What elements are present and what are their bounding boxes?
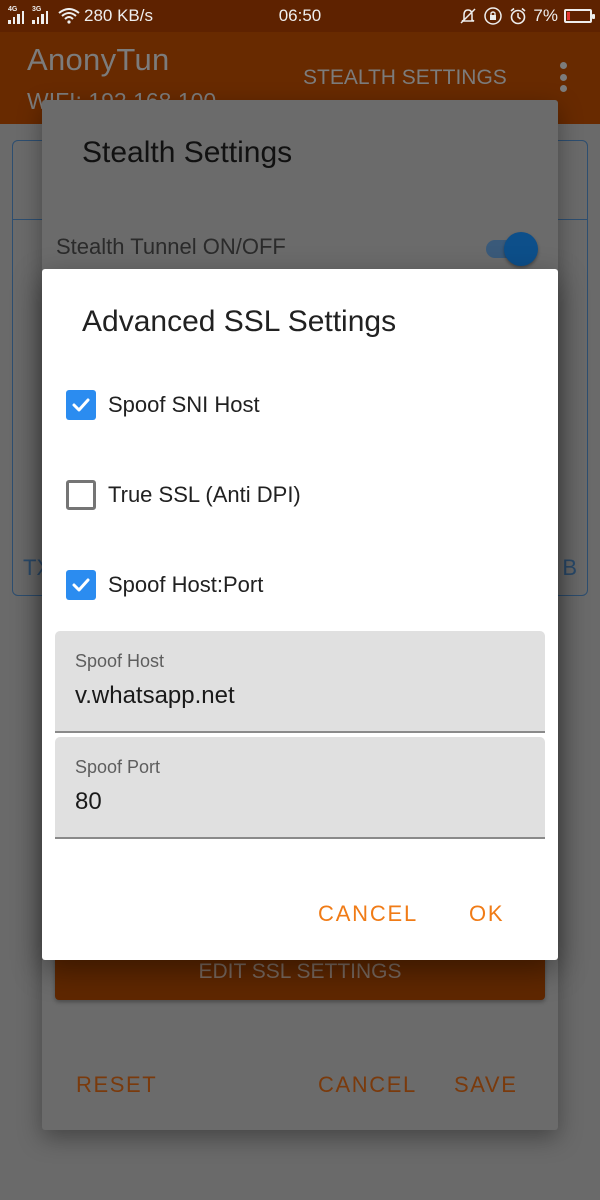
more-vert-icon[interactable] [559,62,567,92]
checkbox-checked-icon [66,390,96,420]
rotation-lock-icon [483,6,503,26]
stealth-settings-action[interactable]: STEALTH SETTINGS [303,66,507,90]
rx-unit-label: B [562,555,577,580]
network-speed: 280 KB/s [84,6,153,25]
save-button[interactable]: SAVE [454,1072,517,1098]
spoof-host-input[interactable] [75,679,525,713]
signal-3g-icon: 3G [32,6,48,24]
spoof-sni-host-checkbox[interactable]: Spoof SNI Host [66,389,260,421]
spoof-host-field[interactable]: Spoof Host [55,631,545,733]
stealth-tunnel-label: Stealth Tunnel ON/OFF [56,234,286,259]
checkbox-label: Spoof SNI Host [108,392,260,417]
spoof-port-input[interactable] [75,785,525,819]
battery-level [567,12,570,20]
wifi-icon [58,8,80,24]
checkbox-checked-icon [66,570,96,600]
spoof-host-label: Spoof Host [75,651,165,671]
app-title: AnonyTun [27,42,170,77]
mute-bell-icon [459,7,477,25]
true-ssl-checkbox[interactable]: True SSL (Anti DPI) [66,479,301,511]
stealth-cancel-button[interactable]: CANCEL [318,1072,417,1098]
spoof-port-label: Spoof Port [75,757,161,777]
checkbox-label: Spoof Host:Port [108,572,264,597]
spoof-host-port-checkbox[interactable]: Spoof Host:Port [66,569,263,601]
reset-button[interactable]: RESET [76,1072,157,1098]
ok-button[interactable]: OK [469,901,504,927]
spoof-port-field[interactable]: Spoof Port [55,737,545,839]
checkbox-unchecked-icon [66,480,96,510]
signal-4g-icon: 4G [8,6,24,24]
battery-icon [564,9,595,23]
battery-percent: 7% [533,6,558,25]
clock: 06:50 [278,6,322,25]
status-bar: 4G 3G 280 KB/s 06:50 7% [0,0,600,32]
network-type-1: 4G [8,6,18,13]
toggle-thumb [504,232,538,266]
dialog-title: Advanced SSL Settings [82,305,397,338]
ssl-cancel-button[interactable]: CANCEL [318,901,418,927]
advanced-ssl-dialog: Advanced SSL Settings Spoof SNI Host Tru… [42,269,558,960]
checkbox-label: True SSL (Anti DPI) [108,482,301,507]
network-type-2: 3G [32,6,42,13]
dialog-title: Stealth Settings [82,136,293,169]
alarm-icon [509,7,527,25]
stealth-tunnel-toggle[interactable] [486,232,540,266]
